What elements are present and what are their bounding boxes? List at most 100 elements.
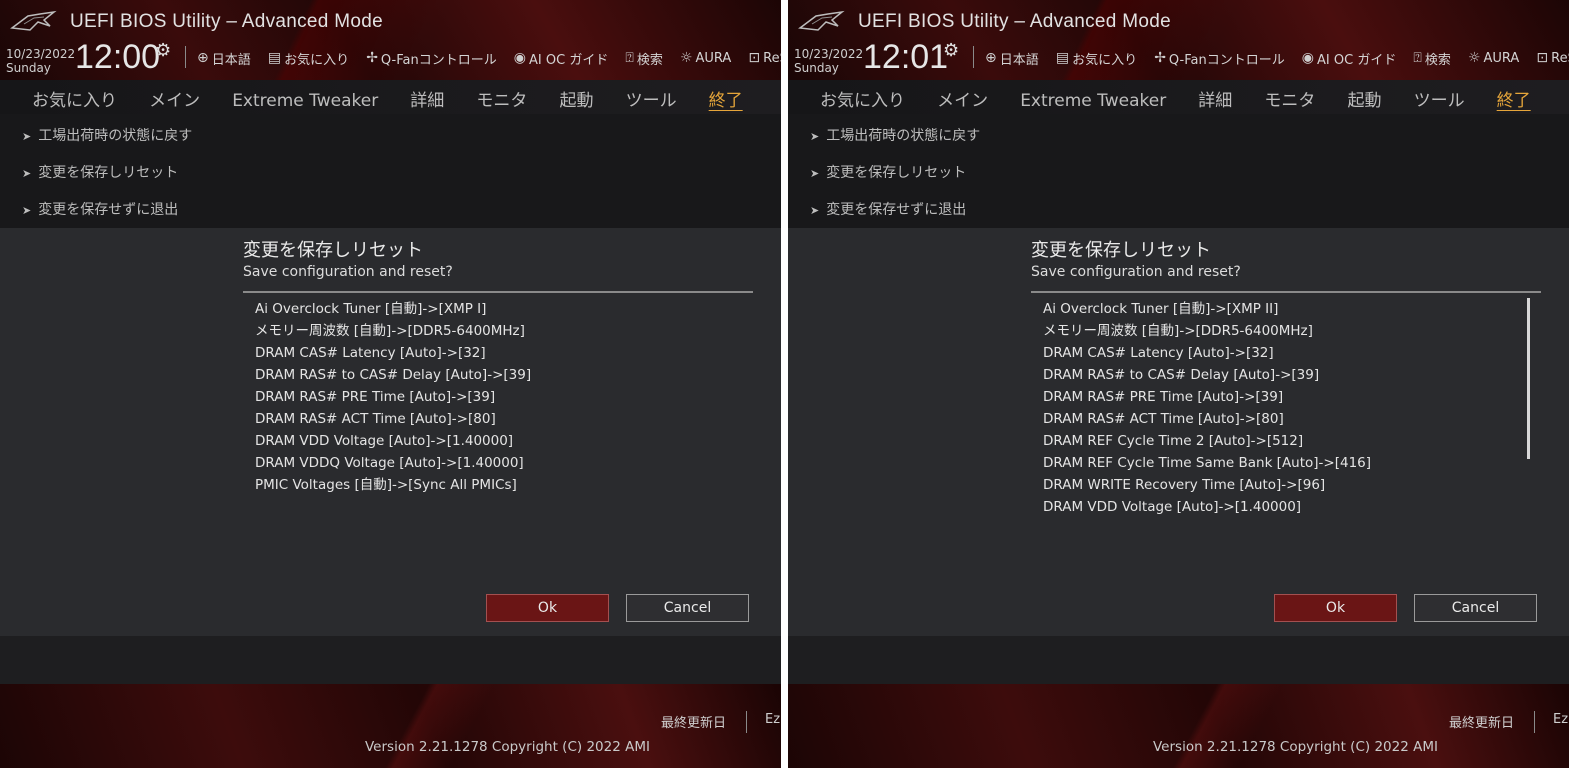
- qfan-button[interactable]: ✢ Q-Fanコントロール: [366, 49, 497, 68]
- exit-item-load-defaults[interactable]: ➤ 工場出荷時の状態に戻す: [810, 125, 980, 145]
- last-modified-button[interactable]: 最終更新日: [661, 712, 726, 731]
- resize-bar-button[interactable]: ⊡ReS: [1536, 50, 1569, 66]
- tab-boot[interactable]: 起動: [1347, 86, 1381, 111]
- list-item: DRAM RAS# ACT Time [Auto]->[80]: [1043, 411, 1284, 427]
- gear-icon[interactable]: ⚙: [155, 40, 171, 61]
- gear-icon[interactable]: ⚙: [943, 40, 959, 61]
- day-text: Sunday: [6, 61, 51, 75]
- favorites-button[interactable]: ▤ お気に入り: [268, 49, 349, 68]
- search-button[interactable]: ⍰ 検索: [1413, 49, 1450, 68]
- aura-button[interactable]: ☼ AURA: [680, 50, 731, 66]
- list-item: DRAM REF Cycle Time 2 [Auto]->[512]: [1043, 433, 1304, 449]
- tab-monitor[interactable]: モニタ: [476, 86, 527, 111]
- list-item: DRAM CAS# Latency [Auto]->[32]: [255, 345, 486, 361]
- list-item: DRAM VDDQ Voltage [Auto]->[1.40000]: [255, 455, 524, 471]
- toolbar: ⊕ 日本語 ▤ お気に入り ✢ Q-Fanコントロール ◉ AI OC ガイド ⍰ 検索 …: [197, 47, 781, 68]
- list-item: DRAM VDD Voltage [Auto]->[1.40000]: [1043, 499, 1302, 515]
- cancel-button[interactable]: Cancel: [1414, 594, 1537, 622]
- exit-item-save-reset[interactable]: ➤ 変更を保存しリセット: [22, 162, 178, 182]
- ez-mode-button[interactable]: Ez: [1553, 712, 1568, 727]
- tab-favorites[interactable]: お気に入り: [32, 86, 117, 111]
- list-item: DRAM RAS# to CAS# Delay [Auto]->[39]: [1043, 367, 1320, 383]
- clock-time: 12:00: [75, 38, 161, 76]
- resize-bar-button[interactable]: ⊡ReS: [748, 50, 781, 66]
- ez-mode-button[interactable]: Ez: [765, 712, 780, 727]
- favorites-icon: ▤: [267, 50, 282, 66]
- help-search-icon: ⍰: [625, 50, 634, 66]
- language-button[interactable]: ⊕ 日本語: [197, 49, 251, 68]
- aura-button[interactable]: ☼ AURA: [1468, 50, 1519, 66]
- list-item: Ai Overclock Tuner [自動]->[XMP I]: [255, 301, 487, 317]
- chevron-right-icon: ➤: [810, 204, 820, 217]
- list-item: Ai Overclock Tuner [自動]->[XMP II]: [1043, 301, 1279, 317]
- tab-main[interactable]: メイン: [149, 86, 200, 111]
- app-title: UEFI BIOS Utility – Advanced Mode: [70, 11, 383, 32]
- resize-bar-icon: ⊡: [748, 50, 761, 66]
- help-search-icon: ⍰: [1413, 50, 1422, 66]
- ai-oc-icon: ◉: [1301, 50, 1315, 66]
- tab-extreme-tweaker[interactable]: Extreme Tweaker: [1020, 91, 1166, 111]
- app-title: UEFI BIOS Utility – Advanced Mode: [858, 11, 1171, 32]
- globe-icon: ⊕: [197, 50, 209, 66]
- tab-advanced[interactable]: 詳細: [1198, 86, 1232, 111]
- qfan-button[interactable]: ✢ Q-Fanコントロール: [1154, 49, 1285, 68]
- list-item: メモリー周波数 [自動]->[DDR5-6400MHz]: [255, 323, 525, 339]
- main-menu: お気に入り メイン Extreme Tweaker 詳細 モニタ 起動 ツール …: [0, 80, 781, 114]
- aura-icon: ☼: [679, 50, 693, 66]
- separator: [185, 46, 186, 68]
- chevron-right-icon: ➤: [22, 167, 32, 180]
- last-modified-button[interactable]: 最終更新日: [1449, 712, 1514, 731]
- header-bar: UEFI BIOS Utility – Advanced Mode 10/23/…: [0, 0, 781, 80]
- list-item: DRAM CAS# Latency [Auto]->[32]: [1043, 345, 1274, 361]
- date-display: 10/23/2022 Sunday: [6, 47, 75, 75]
- tab-monitor[interactable]: モニタ: [1264, 86, 1315, 111]
- tab-boot[interactable]: 起動: [559, 86, 593, 111]
- chevron-right-icon: ➤: [810, 130, 820, 143]
- day-text: Sunday: [794, 61, 839, 75]
- separator: [973, 46, 974, 68]
- list-item: DRAM REF Cycle Time Same Bank [Auto]->[4…: [1043, 455, 1372, 471]
- ok-button[interactable]: Ok: [486, 594, 609, 622]
- pane-divider: [781, 0, 788, 768]
- exit-item-load-defaults[interactable]: ➤ 工場出荷時の状態に戻す: [22, 125, 192, 145]
- tab-tool[interactable]: ツール: [626, 86, 677, 111]
- language-button[interactable]: ⊕ 日本語: [985, 49, 1039, 68]
- ai-oc-button[interactable]: ◉ AI OC ガイド: [514, 49, 609, 68]
- fan-icon: ✢: [1154, 50, 1166, 66]
- bios-screen-right: UEFI BIOS Utility – Advanced Mode 10/23/…: [788, 0, 1569, 768]
- aura-icon: ☼: [1467, 50, 1481, 66]
- date-text: 10/23/2022: [794, 47, 864, 61]
- list-item: DRAM VDD Voltage [Auto]->[1.40000]: [255, 433, 514, 449]
- exit-item-discard-exit[interactable]: ➤ 変更を保存せずに退出: [810, 199, 966, 219]
- search-button[interactable]: ⍰ 検索: [625, 49, 662, 68]
- tab-tool[interactable]: ツール: [1414, 86, 1465, 111]
- exit-item-save-reset[interactable]: ➤ 変更を保存しリセット: [810, 162, 966, 182]
- tab-main[interactable]: メイン: [937, 86, 988, 111]
- tab-exit[interactable]: 終了: [709, 86, 743, 111]
- list-item: DRAM RAS# PRE Time [Auto]->[39]: [1043, 389, 1284, 405]
- tab-exit[interactable]: 終了: [1497, 86, 1531, 111]
- exit-item-discard-exit[interactable]: ➤ 変更を保存せずに退出: [22, 199, 178, 219]
- chevron-right-icon: ➤: [810, 167, 820, 180]
- toolbar: ⊕ 日本語 ▤ お気に入り ✢ Q-Fanコントロール ◉ AI OC ガイド ⍰ 検索 …: [985, 47, 1569, 68]
- ok-button[interactable]: Ok: [1274, 594, 1397, 622]
- chevron-right-icon: ➤: [22, 204, 32, 217]
- favorites-button[interactable]: ▤ お気に入り: [1056, 49, 1137, 68]
- scrollbar[interactable]: [1527, 298, 1530, 459]
- footer-bar: 最終更新日 Ez Version 2.21.1278 Copyright (C)…: [788, 684, 1569, 768]
- tab-favorites[interactable]: お気に入り: [820, 86, 905, 111]
- ai-oc-button[interactable]: ◉ AI OC ガイド: [1302, 49, 1397, 68]
- bios-screen-left: UEFI BIOS Utility – Advanced Mode 10/23/…: [0, 0, 781, 768]
- clock-time: 12:01: [863, 38, 949, 76]
- tab-advanced[interactable]: 詳細: [410, 86, 444, 111]
- favorites-icon: ▤: [1055, 50, 1070, 66]
- cancel-button[interactable]: Cancel: [626, 594, 749, 622]
- change-list: Ai Overclock Tuner [自動]->[XMP II] メモリー周波…: [1043, 298, 1371, 518]
- tab-extreme-tweaker[interactable]: Extreme Tweaker: [232, 91, 378, 111]
- globe-icon: ⊕: [985, 50, 997, 66]
- dialog-subtitle: Save configuration and reset?: [1031, 264, 1241, 280]
- dialog-title: 変更を保存しリセット: [243, 240, 423, 261]
- dialog-divider: [1031, 291, 1541, 293]
- version-text: Version 2.21.1278 Copyright (C) 2022 AMI: [1153, 739, 1438, 755]
- ai-oc-icon: ◉: [513, 50, 527, 66]
